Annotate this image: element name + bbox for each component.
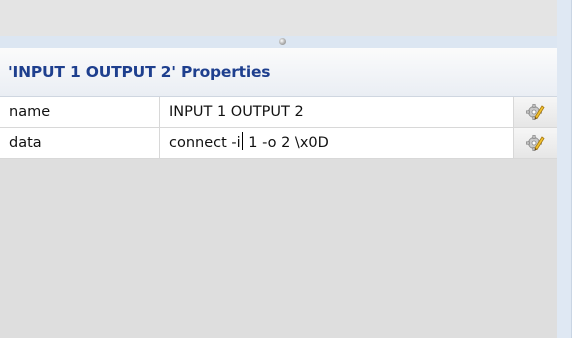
- right-scroll-gutter[interactable]: [557, 0, 571, 338]
- edit-property-button[interactable]: [513, 128, 557, 158]
- panel-title: 'INPUT 1 OUTPUT 2' Properties: [8, 63, 271, 81]
- value-text-before-caret: connect -i: [169, 135, 241, 151]
- property-row-data: data connect -i 1 -o 2 \x0D: [0, 128, 557, 159]
- panel-header: 'INPUT 1 OUTPUT 2' Properties: [0, 48, 557, 97]
- gear-pencil-icon: [526, 104, 545, 120]
- text-caret: [241, 132, 243, 150]
- gear-pencil-icon: [526, 135, 545, 151]
- upper-pane: [0, 0, 557, 36]
- properties-panel: 'INPUT 1 OUTPUT 2' Properties name INPUT…: [0, 48, 557, 338]
- property-label: data: [0, 128, 160, 158]
- edit-property-button[interactable]: [513, 97, 557, 127]
- properties-table: name INPUT 1 OUTPUT 2 data connect -i 1 …: [0, 97, 557, 159]
- property-value-input[interactable]: connect -i 1 -o 2 \x0D: [160, 128, 513, 158]
- property-value-field[interactable]: INPUT 1 OUTPUT 2: [160, 97, 513, 127]
- property-label: name: [0, 97, 160, 127]
- property-row-name: name INPUT 1 OUTPUT 2: [0, 97, 557, 128]
- value-text-after-caret: 1 -o 2 \x0D: [243, 135, 329, 151]
- right-edge: [571, 0, 579, 338]
- splitter-grip-icon[interactable]: [279, 38, 286, 45]
- properties-window: 'INPUT 1 OUTPUT 2' Properties name INPUT…: [0, 0, 579, 338]
